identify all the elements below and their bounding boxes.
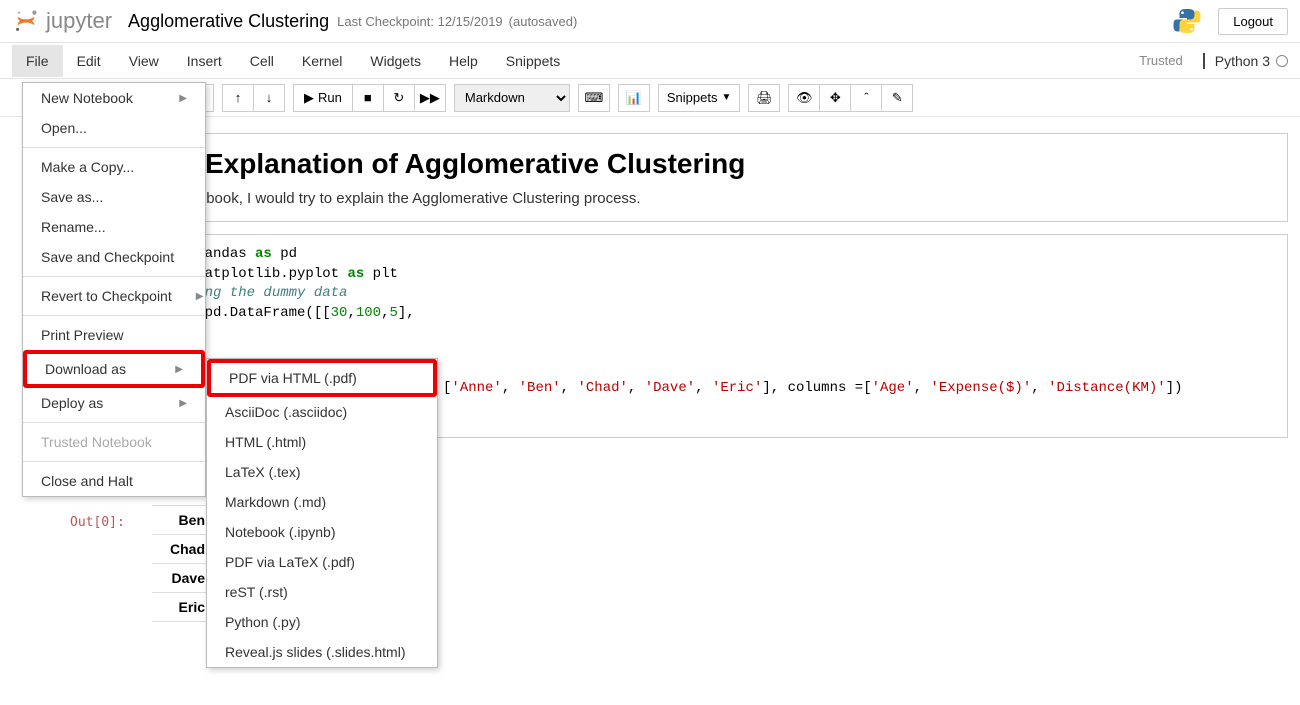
celltype-select[interactable]: Markdown	[454, 84, 570, 112]
move-up-button[interactable]: ↑	[222, 84, 254, 112]
notebook-title[interactable]: Agglomerative Clustering	[128, 11, 329, 32]
arrow-up-icon: ↑	[235, 90, 242, 105]
file-menu-dropdown: New Notebook▶ Open... Make a Copy... Sav…	[22, 82, 206, 497]
md-paragraph: notebook, I would try to explain the Agg…	[177, 190, 1263, 207]
menu-make-copy[interactable]: Make a Copy...	[23, 152, 205, 182]
logout-button[interactable]: Logout	[1218, 8, 1288, 35]
download-as-submenu: PDF via HTML (.pdf) AsciiDoc (.asciidoc)…	[206, 358, 438, 668]
move-down-button[interactable]: ↓	[253, 84, 285, 112]
chevron-down-icon: ▼	[721, 92, 731, 103]
tool-button[interactable]: ✎	[881, 84, 913, 112]
restart-icon: ↻	[393, 90, 404, 106]
menu-download-as[interactable]: Download as▶	[23, 350, 205, 388]
menu-cell[interactable]: Cell	[236, 45, 288, 77]
menu-print-preview[interactable]: Print Preview	[23, 320, 205, 350]
chart-button[interactable]: 📊	[618, 84, 650, 112]
menu-revert[interactable]: Revert to Checkpoint▶	[23, 281, 205, 311]
menu-open[interactable]: Open...	[23, 113, 205, 143]
kernel-indicator[interactable]: Python 3	[1203, 53, 1288, 69]
print-button[interactable]: 🖨	[748, 84, 780, 112]
stop-icon: ■	[364, 90, 372, 105]
code-line: eating the dummy data	[171, 284, 1269, 304]
code-line: rt pandas as pd	[171, 245, 1269, 265]
keyboard-icon: ⌨	[584, 90, 603, 106]
autosave-text: (autosaved)	[509, 14, 578, 29]
chevron-right-icon: ▶	[175, 364, 183, 375]
menu-insert[interactable]: Insert	[173, 45, 236, 77]
expand-icon: ✥	[830, 90, 841, 106]
print-icon: 🖨	[756, 90, 773, 106]
jupyter-wordmark: jupyter	[46, 8, 112, 34]
run-button[interactable]: ▶Run	[293, 84, 353, 112]
eye-icon: 👁	[796, 90, 813, 106]
command-palette-button[interactable]: ⌨	[578, 84, 610, 112]
kernel-name: Python 3	[1215, 53, 1270, 69]
submenu-pdf-latex[interactable]: PDF via LaTeX (.pdf)	[207, 547, 437, 577]
menu-trusted-notebook: Trusted Notebook	[23, 427, 205, 457]
markdown-cell[interactable]: rt Explanation of Agglomerative Clusteri…	[152, 133, 1288, 222]
eye-button[interactable]: 👁	[788, 84, 820, 112]
menu-kernel[interactable]: Kernel	[288, 45, 356, 77]
submenu-html[interactable]: HTML (.html)	[207, 427, 437, 457]
output-prompt: Out[0]:	[70, 515, 125, 530]
menu-edit[interactable]: Edit	[63, 45, 115, 77]
menu-file[interactable]: File	[12, 45, 63, 77]
menu-rename[interactable]: Rename...	[23, 212, 205, 242]
submenu-pdf-html[interactable]: PDF via HTML (.pdf)	[207, 359, 437, 397]
menu-save-as[interactable]: Save as...	[23, 182, 205, 212]
python-icon	[1172, 6, 1202, 36]
chevron-right-icon: ▶	[179, 398, 187, 409]
arrow-down-icon: ↓	[266, 90, 273, 105]
fastforward-icon: ▶▶	[420, 90, 440, 106]
submenu-rst[interactable]: reST (.rst)	[207, 577, 437, 607]
kernel-status-icon	[1276, 55, 1288, 67]
submenu-python[interactable]: Python (.py)	[207, 607, 437, 637]
menu-close-halt[interactable]: Close and Halt	[23, 466, 205, 496]
menu-new-notebook[interactable]: New Notebook▶	[23, 83, 205, 113]
submenu-markdown[interactable]: Markdown (.md)	[207, 487, 437, 517]
snippets-dropdown[interactable]: Snippets ▼	[658, 84, 741, 112]
menu-widgets[interactable]: Widgets	[356, 45, 435, 77]
stop-button[interactable]: ■	[352, 84, 384, 112]
header: jupyter Agglomerative Clustering Last Ch…	[0, 0, 1300, 43]
menu-deploy-as[interactable]: Deploy as▶	[23, 388, 205, 418]
submenu-latex[interactable]: LaTeX (.tex)	[207, 457, 437, 487]
menu-snippets[interactable]: Snippets	[492, 45, 574, 77]
menu-save-checkpoint[interactable]: Save and Checkpoint	[23, 242, 205, 272]
jupyter-logo[interactable]: jupyter	[12, 7, 112, 35]
caret-up-button[interactable]: ˆ	[850, 84, 882, 112]
checkpoint-text: Last Checkpoint: 12/15/2019	[337, 14, 503, 29]
trusted-indicator: Trusted	[1139, 53, 1183, 68]
play-icon: ▶	[304, 90, 314, 106]
caret-up-icon: ˆ	[864, 90, 868, 105]
submenu-notebook[interactable]: Notebook (.ipynb)	[207, 517, 437, 547]
menu-view[interactable]: View	[115, 45, 173, 77]
expand-button[interactable]: ✥	[819, 84, 851, 112]
fastforward-button[interactable]: ▶▶	[414, 84, 446, 112]
chart-icon: 📊	[626, 90, 642, 106]
menu-help[interactable]: Help	[435, 45, 492, 77]
md-heading: rt Explanation of Agglomerative Clusteri…	[177, 148, 1263, 180]
jupyter-icon	[12, 7, 40, 35]
chevron-right-icon: ▶	[196, 291, 204, 302]
submenu-asciidoc[interactable]: AsciiDoc (.asciidoc)	[207, 397, 437, 427]
tool-icon: ✎	[892, 90, 903, 106]
restart-button[interactable]: ↻	[383, 84, 415, 112]
code-line: rt matplotlib.pyplot as plt	[171, 265, 1269, 285]
submenu-reveal[interactable]: Reveal.js slides (.slides.html)	[207, 637, 437, 667]
menubar: File Edit View Insert Cell Kernel Widget…	[0, 43, 1300, 79]
chevron-right-icon: ▶	[179, 93, 187, 104]
code-line: v = pd.DataFrame([[30,100,5],	[171, 304, 1269, 324]
